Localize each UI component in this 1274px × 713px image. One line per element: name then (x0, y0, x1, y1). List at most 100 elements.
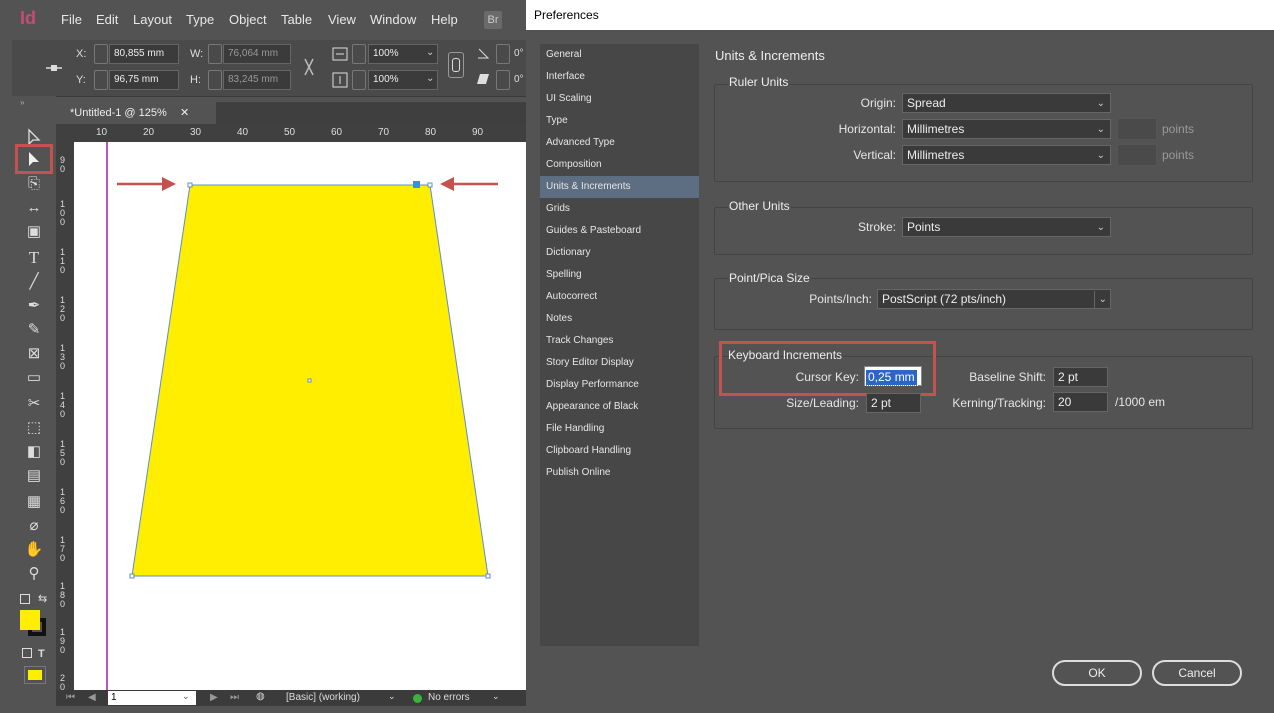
size-leading-field[interactable]: 2 pt (866, 393, 921, 413)
menu-help[interactable]: Help (431, 12, 458, 27)
menu-layout[interactable]: Layout (133, 12, 172, 27)
constrain-proportions-icon[interactable] (300, 56, 318, 78)
pen-tool-icon[interactable]: ✒ (22, 296, 46, 316)
w-stepper[interactable] (208, 44, 222, 64)
points-per-inch-select[interactable]: PostScript (72 pts/inch) ⌄ (877, 289, 1111, 309)
line-tool-icon[interactable]: ╱ (22, 272, 46, 292)
free-transform-tool-icon[interactable]: ⬚ (22, 418, 46, 438)
nav-item-dictionary[interactable]: Dictionary (540, 242, 699, 264)
menu-view[interactable]: View (328, 12, 356, 27)
nav-item-track-changes[interactable]: Track Changes (540, 330, 699, 352)
nav-item-grids[interactable]: Grids (540, 198, 699, 220)
last-page-icon[interactable]: ⏭ (230, 692, 239, 703)
type-tool-icon[interactable]: T (22, 248, 46, 268)
scale-x-stepper[interactable] (352, 44, 366, 64)
document-canvas[interactable] (74, 142, 526, 690)
y-field[interactable]: 96,75 mm (109, 70, 179, 90)
reference-point-icon[interactable] (44, 60, 64, 76)
errors-dropdown-icon[interactable]: ⌄ (492, 691, 500, 702)
constrain-scale-icon[interactable] (448, 52, 464, 78)
profile-dropdown-icon[interactable]: ⌄ (388, 691, 396, 702)
h-stepper[interactable] (208, 70, 222, 90)
fill-swatch[interactable] (20, 610, 40, 630)
nav-item-ui-scaling[interactable]: UI Scaling (540, 88, 699, 110)
scale-y-dropdown-icon[interactable]: ⌄ (426, 73, 434, 84)
nav-item-units-increments[interactable]: Units & Increments (540, 176, 699, 198)
menu-type[interactable]: Type (186, 12, 214, 27)
nav-item-composition[interactable]: Composition (540, 154, 699, 176)
kerning-tracking-field[interactable]: 20 (1053, 392, 1108, 412)
menu-file[interactable]: File (61, 12, 82, 27)
next-page-icon[interactable]: ▶ (210, 692, 218, 703)
w-field[interactable]: 76,064 mm (223, 44, 291, 64)
scissors-tool-icon[interactable]: ✂ (22, 394, 46, 414)
stroke-select[interactable]: Points ⌄ (902, 217, 1111, 237)
formatting-container-icon[interactable] (22, 648, 32, 658)
cursor-key-field[interactable]: 0,25 mm (864, 366, 922, 386)
first-page-icon[interactable]: ⏮ (66, 692, 75, 703)
nav-item-advanced-type[interactable]: Advanced Type (540, 132, 699, 154)
gradient-feather-tool-icon[interactable]: ▤ (22, 466, 46, 486)
swap-fill-stroke-icon[interactable]: ⇆ (38, 592, 47, 605)
shear-field[interactable]: 0° (514, 74, 524, 85)
eyedropper-tool-icon[interactable]: ⌀ (22, 516, 46, 536)
angle-stepper[interactable] (496, 44, 510, 64)
prev-page-icon[interactable]: ◀ (88, 692, 96, 703)
baseline-shift-field[interactable]: 2 pt (1053, 367, 1108, 387)
ruler-tick-label: 190 (60, 627, 66, 655)
close-icon[interactable]: ✕ (180, 102, 189, 124)
gap-tool-icon[interactable]: ↔ (22, 198, 46, 218)
h-field[interactable]: 83,245 mm (223, 70, 291, 90)
nav-item-type[interactable]: Type (540, 110, 699, 132)
nav-item-file-handling[interactable]: File Handling (540, 418, 699, 440)
direct-selection-tool-icon[interactable] (26, 150, 42, 168)
preflight-profile[interactable]: [Basic] (working) (286, 692, 360, 703)
nav-item-clipboard-handling[interactable]: Clipboard Handling (540, 440, 699, 462)
menu-edit[interactable]: Edit (96, 12, 118, 27)
rectangle-frame-tool-icon[interactable]: ⊠ (22, 344, 46, 364)
formatting-text-icon[interactable]: T (38, 648, 45, 660)
default-fill-stroke-icon[interactable] (20, 594, 30, 604)
nav-item-interface[interactable]: Interface (540, 66, 699, 88)
menu-table[interactable]: Table (281, 12, 312, 27)
gradient-swatch-tool-icon[interactable]: ◧ (22, 442, 46, 462)
nav-item-general[interactable]: General (540, 44, 699, 66)
nav-item-appearance-of-black[interactable]: Appearance of Black (540, 396, 699, 418)
document-tab[interactable]: *Untitled-1 @ 125% ✕ (56, 102, 216, 124)
screen-mode-icon[interactable] (24, 666, 46, 684)
horizontal-select[interactable]: Millimetres ⌄ (902, 119, 1111, 139)
pencil-tool-icon[interactable]: ✎ (22, 320, 46, 340)
nav-item-spelling[interactable]: Spelling (540, 264, 699, 286)
cancel-button[interactable]: Cancel (1152, 660, 1242, 686)
menu-window[interactable]: Window (370, 12, 416, 27)
page-tool-icon[interactable]: ⎘ (22, 174, 46, 194)
shear-stepper[interactable] (496, 70, 510, 90)
rectangle-tool-icon[interactable]: ▭ (22, 368, 46, 388)
nav-item-publish-online[interactable]: Publish Online (540, 462, 699, 484)
x-stepper[interactable] (94, 44, 108, 64)
kerning-unit: /1000 em (1115, 395, 1166, 409)
menu-object[interactable]: Object (229, 12, 267, 27)
note-tool-icon[interactable]: ▦ (22, 492, 46, 512)
y-stepper[interactable] (94, 70, 108, 90)
origin-select[interactable]: Spread ⌄ (902, 93, 1111, 113)
hand-tool-icon[interactable]: ✋ (22, 540, 46, 560)
toolbox-collapse-icon[interactable]: » (20, 98, 24, 107)
vertical-select[interactable]: Millimetres ⌄ (902, 145, 1111, 165)
bridge-button[interactable]: Br (484, 11, 502, 29)
nav-item-story-editor-display[interactable]: Story Editor Display (540, 352, 699, 374)
x-field[interactable]: 80,855 mm (109, 44, 179, 64)
nav-item-notes[interactable]: Notes (540, 308, 699, 330)
angle-field[interactable]: 0° (514, 48, 524, 59)
nav-item-autocorrect[interactable]: Autocorrect (540, 286, 699, 308)
preflight-errors[interactable]: No errors (428, 692, 470, 703)
nav-item-display-performance[interactable]: Display Performance (540, 374, 699, 396)
page-dropdown-icon[interactable]: ⌄ (182, 691, 190, 702)
content-collector-icon[interactable]: ▣ (22, 222, 46, 242)
scale-y-stepper[interactable] (352, 70, 366, 90)
zoom-tool-icon[interactable]: ⚲ (22, 564, 46, 584)
ok-button[interactable]: OK (1052, 660, 1142, 686)
scale-x-dropdown-icon[interactable]: ⌄ (426, 47, 434, 58)
nav-item-guides-pasteboard[interactable]: Guides & Pasteboard (540, 220, 699, 242)
open-in-explorer-icon[interactable]: ◍ (256, 691, 265, 702)
